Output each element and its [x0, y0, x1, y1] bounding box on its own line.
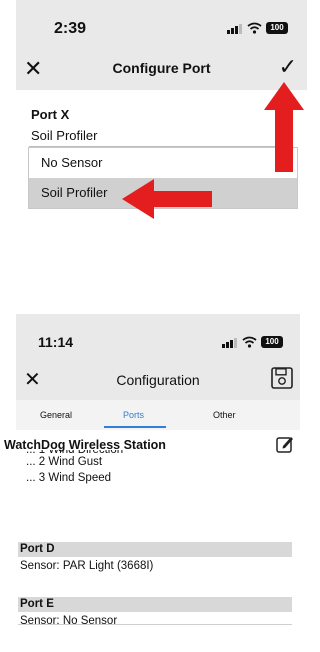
edit-icon[interactable]	[275, 434, 295, 454]
divider	[18, 624, 292, 625]
save-icon[interactable]	[270, 366, 294, 390]
tab-general[interactable]: General	[40, 410, 72, 420]
annotation-arrow-left	[122, 179, 212, 219]
tab-bar: General Ports Other	[16, 400, 300, 430]
battery-level: 100	[265, 337, 279, 346]
wifi-icon	[242, 336, 257, 348]
battery-icon: 100	[266, 22, 288, 34]
tab-other[interactable]: Other	[213, 410, 236, 420]
page-title: Configuration	[116, 372, 200, 388]
port-d-sensor: Sensor: PAR Light (3668I)	[20, 560, 154, 572]
dropdown-option-no-sensor[interactable]: No Sensor	[29, 148, 297, 178]
list-line: ... 2 Wind Gust	[26, 456, 103, 468]
list-line: ... 3 Wind Speed	[26, 472, 112, 484]
battery-icon: 100	[261, 336, 283, 348]
tab-ports[interactable]: Ports	[123, 410, 144, 420]
port-e-header: Port E	[18, 597, 292, 612]
status-time: 11:14	[38, 334, 74, 350]
battery-level: 100	[270, 23, 284, 32]
nav-bar: ✕ Configuration	[16, 360, 300, 400]
port-label: Port X	[31, 107, 70, 122]
configuration-screen: 11:14 100 ✕ Configuration General Ports …	[0, 314, 300, 636]
sensor-select[interactable]: Soil Profiler	[31, 128, 97, 143]
status-time: 2:39	[54, 20, 87, 37]
signal-icon	[227, 24, 242, 34]
checkmark-icon[interactable]: ✓	[279, 56, 297, 78]
active-tab-indicator	[104, 426, 166, 428]
page-title: Configure Port	[112, 60, 211, 76]
annotation-arrow-up	[264, 82, 304, 172]
port-d-header: Port D	[18, 542, 292, 557]
port-e-sensor: Sensor: No Sensor	[20, 615, 118, 627]
status-bar: 11:14 100	[16, 314, 300, 360]
status-bar: 2:39 100	[16, 0, 307, 46]
signal-icon	[222, 338, 237, 348]
wifi-icon	[247, 22, 262, 34]
